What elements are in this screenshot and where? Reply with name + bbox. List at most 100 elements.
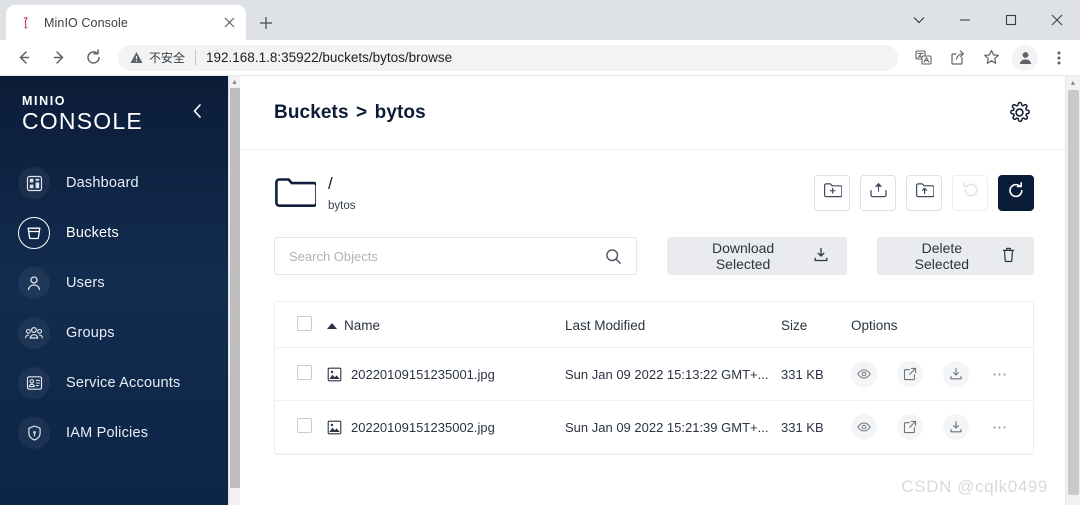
minio-flamingo-icon [18,15,34,31]
bucket-name-label: bytos [328,200,356,212]
browser-tab-title: MinIO Console [44,15,128,30]
sidebar-item-service-accounts[interactable]: Service Accounts [0,358,228,408]
search-icon[interactable] [605,248,622,265]
maximize-button[interactable] [988,0,1034,40]
table-header: Name Last Modified Size Options [275,302,1033,348]
column-header-size[interactable]: Size [781,302,851,348]
sidebar-item-iam-policies[interactable]: IAM Policies [0,408,228,458]
new-tab-button[interactable] [252,9,280,37]
row-name-cell: 20220109151235002.jpg [327,400,565,454]
back-button[interactable] [8,43,38,73]
upload-icon [869,181,888,204]
chevron-left-icon[interactable] [188,102,206,120]
sidebar-scrollbar[interactable]: ▲ [228,76,240,505]
close-window-button[interactable] [1034,0,1080,40]
row-select-cell [275,347,327,401]
breadcrumb-current: bytos [374,101,426,123]
share-icon[interactable] [897,414,923,440]
table-body: 20220109151235001.jpg Sun Jan 09 2022 15… [275,347,1033,454]
path-and-actions-row: / bytos [274,150,1034,213]
security-status-label: 不安全 [149,51,186,65]
upload-folder-button[interactable] [906,174,942,211]
breadcrumb-root[interactable]: Buckets [274,102,349,123]
create-new-path-button[interactable] [814,174,850,211]
row-last-modified: Sun Jan 09 2022 15:13:22 GMT+... [565,347,781,401]
download-selected-button[interactable]: Download Selected [667,237,847,275]
delete-selected-label: Delete Selected [914,240,970,272]
preview-icon[interactable] [851,414,877,440]
current-path: / bytos [274,172,356,213]
table-row[interactable]: 20220109151235002.jpg Sun Jan 09 2022 15… [275,400,1033,454]
profile-avatar-icon[interactable] [1012,44,1038,71]
translate-icon[interactable] [909,44,937,72]
sidebar-item-label: Users [66,275,105,291]
refresh-button[interactable] [998,174,1034,211]
sidebar-item-groups[interactable]: Groups [0,308,228,358]
column-label: Size [781,317,808,333]
search-objects-field[interactable] [274,237,638,275]
scroll-up-icon[interactable]: ▲ [1066,76,1080,90]
select-all-header [275,302,327,348]
objects-table-element: Name Last Modified Size Options 20220109… [275,302,1033,454]
browser-tab[interactable]: MinIO Console [6,5,246,40]
bookmark-star-icon[interactable] [977,44,1005,72]
window-controls [896,0,1080,40]
share-icon[interactable] [897,361,923,387]
row-name-cell: 20220109151235001.jpg [327,347,565,401]
more-icon[interactable]: ⋯ [989,416,1011,438]
path-text: / bytos [328,172,356,212]
breadcrumb-separator: > [356,101,368,123]
page-header: Buckets > bytos [240,76,1068,150]
download-icon[interactable] [943,414,969,440]
sidebar-item-label: Dashboard [66,175,139,191]
page-scrollbar[interactable]: ▲ [1065,76,1080,505]
column-header-name[interactable]: Name [327,302,565,348]
object-name: 20220109151235001.jpg [351,366,495,382]
row-checkbox[interactable] [297,365,312,380]
column-header-options: Options [851,302,1033,348]
gear-icon[interactable] [1004,98,1034,128]
sidebar: MINIO CONSOLE Dashboard Buckets Users Gr… [0,76,228,505]
rewind-button[interactable] [952,174,988,211]
row-size: 331 KB [781,347,851,401]
forward-button[interactable] [43,43,73,73]
image-file-icon [327,367,342,382]
column-header-last-modified[interactable]: Last Modified [565,302,781,348]
more-icon[interactable]: ⋯ [989,363,1011,385]
sidebar-nav: Dashboard Buckets Users Groups Service A… [0,158,228,458]
shield-icon [18,417,50,449]
scrollbar-thumb[interactable] [1068,90,1079,495]
scroll-up-icon[interactable]: ▲ [229,76,240,88]
close-icon[interactable] [220,14,238,32]
table-row[interactable]: 20220109151235001.jpg Sun Jan 09 2022 15… [275,347,1033,401]
sidebar-item-label: IAM Policies [66,425,149,441]
folder-upload-icon [915,181,934,204]
watermark: CSDN @cqlk0499 [901,477,1048,496]
refresh-icon [1006,181,1026,205]
sidebar-item-dashboard[interactable]: Dashboard [0,158,228,208]
select-all-checkbox[interactable] [297,316,312,331]
share-icon[interactable] [943,44,971,72]
groups-icon [18,317,50,349]
three-dot-menu-icon[interactable] [1045,44,1073,72]
sidebar-item-users[interactable]: Users [0,258,228,308]
browser-toolbar-icons [906,44,1080,72]
sidebar-item-buckets[interactable]: Buckets [0,208,228,258]
address-bar[interactable]: 不安全 192.168.1.8:35922/buckets/bytos/brow… [118,44,898,71]
preview-icon[interactable] [851,361,877,387]
row-checkbox[interactable] [297,418,312,433]
bucket-icon [18,217,50,249]
reload-button[interactable] [78,43,108,73]
scrollbar-thumb[interactable] [230,88,240,488]
folder-icon [274,174,318,213]
rewind-icon [961,181,980,204]
download-selected-label: Download Selected [711,240,775,272]
delete-selected-button[interactable]: Delete Selected [876,237,1034,275]
download-icon[interactable] [943,361,969,387]
tab-search-dropdown-button[interactable] [896,0,942,40]
minimize-button[interactable] [942,0,988,40]
search-input[interactable] [289,248,606,264]
upload-file-button[interactable] [860,174,896,211]
image-file-icon [327,420,342,435]
row-last-modified: Sun Jan 09 2022 15:21:39 GMT+... [565,400,781,454]
